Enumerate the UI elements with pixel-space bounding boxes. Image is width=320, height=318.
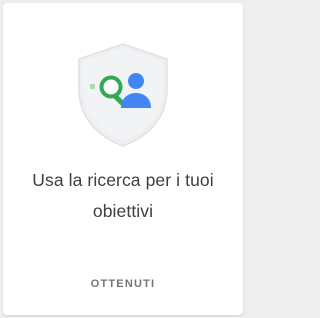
- achievement-card: Usa la ricerca per i tuoi obiettivi OTTE…: [3, 3, 243, 315]
- card-title: Usa la ricerca per i tuoi obiettivi: [32, 170, 214, 221]
- shield-icon: [75, 41, 171, 149]
- obtained-button[interactable]: OTTENUTI: [3, 278, 243, 290]
